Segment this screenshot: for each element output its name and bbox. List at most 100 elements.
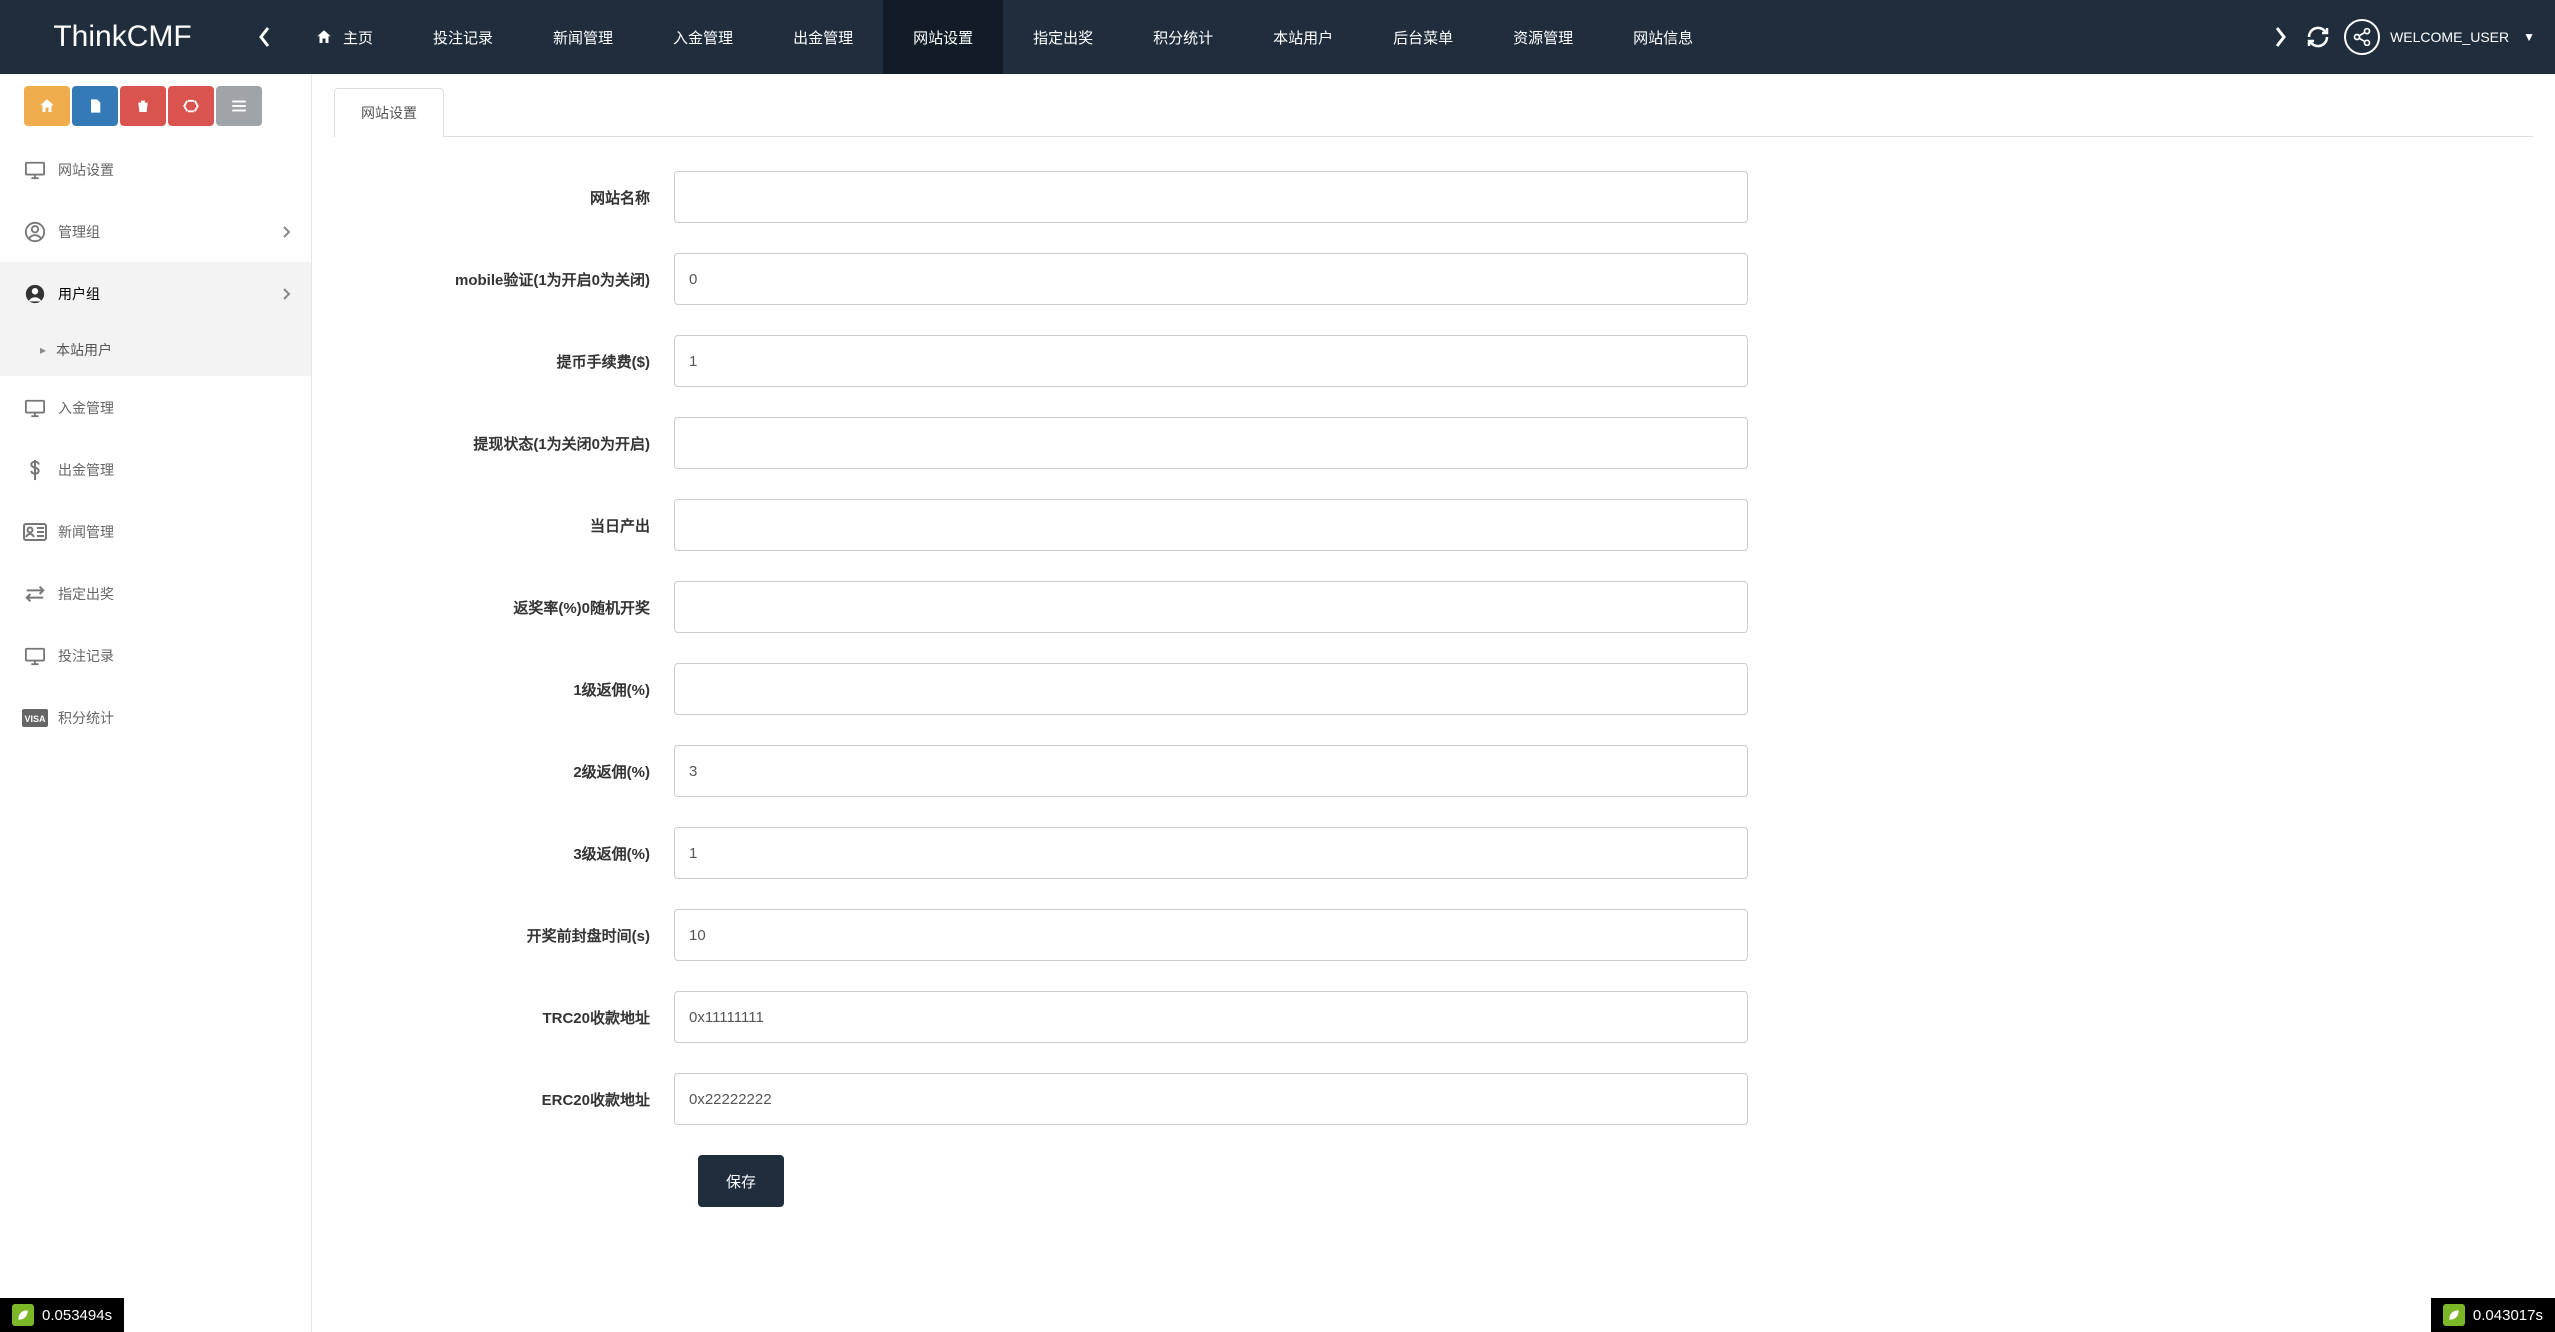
nav-item-withdraw[interactable]: 出金管理 xyxy=(763,0,883,74)
id-icon xyxy=(20,523,50,541)
nav-item-bet-log[interactable]: 投注记录 xyxy=(403,0,523,74)
sidebar-item-admin-group[interactable]: 管理组 xyxy=(0,200,311,262)
nav-item-points[interactable]: 积分统计 xyxy=(1123,0,1243,74)
chevron-right-icon xyxy=(281,225,291,239)
input-erc20[interactable] xyxy=(674,1073,1748,1125)
form-row-close-time: 开奖前封盘时间(s) xyxy=(334,909,1794,961)
input-commission-1[interactable] xyxy=(674,663,1748,715)
nav-item-site-settings[interactable]: 网站设置 xyxy=(883,0,1003,74)
form-label-return-rate: 返奖率(%)0随机开奖 xyxy=(334,597,674,618)
form-label-withdraw-fee: 提币手续费($) xyxy=(334,351,674,372)
nav-item-label: 本站用户 xyxy=(1273,27,1333,48)
debug-time-right: 0.043017s xyxy=(2473,1307,2543,1324)
refresh-icon[interactable] xyxy=(2306,25,2330,49)
sidebar-item-label: 新闻管理 xyxy=(58,522,291,542)
form-label-commission-1: 1级返佣(%) xyxy=(334,679,674,700)
sidebar-item-withdraw[interactable]: 出金管理 xyxy=(0,438,311,500)
input-trc20[interactable] xyxy=(674,991,1748,1043)
input-commission-2[interactable] xyxy=(674,745,1748,797)
form-row-day-output: 当日产出 xyxy=(334,499,1794,551)
visa-icon: VISA xyxy=(20,709,50,727)
tab-site-settings[interactable]: 网站设置 xyxy=(334,88,444,137)
sidebar-item-label: 用户组 xyxy=(58,284,281,304)
input-site-name[interactable] xyxy=(674,171,1748,223)
user-menu[interactable]: WELCOME_USER ▼ xyxy=(2344,19,2535,55)
sidebar-submenu: 本站用户 xyxy=(0,324,311,376)
leaf-icon xyxy=(12,1304,34,1326)
file-icon[interactable] xyxy=(72,86,118,126)
tab-bar: 网站设置 xyxy=(334,88,2533,137)
sidebar-item-points[interactable]: VISA 积分统计 xyxy=(0,686,311,748)
sidebar-item-label: 网站设置 xyxy=(58,160,291,180)
nav-item-news[interactable]: 新闻管理 xyxy=(523,0,643,74)
nav-item-label: 积分统计 xyxy=(1153,27,1213,48)
input-withdraw-status[interactable] xyxy=(674,417,1748,469)
nav-item-users[interactable]: 本站用户 xyxy=(1243,0,1363,74)
sidebar-item-label: 出金管理 xyxy=(58,460,291,480)
form-row-commission-3: 3级返佣(%) xyxy=(334,827,1794,879)
nav-item-home[interactable]: 主页 xyxy=(285,0,403,74)
sidebar-item-bet-log[interactable]: 投注记录 xyxy=(0,624,311,686)
debug-badge-right: 0.043017s xyxy=(2431,1298,2555,1332)
welcome-label: WELCOME_USER xyxy=(2390,29,2509,45)
nav-item-label: 指定出奖 xyxy=(1033,27,1093,48)
svg-text:VISA: VISA xyxy=(24,714,46,724)
nav-item-label: 后台菜单 xyxy=(1393,27,1453,48)
sidebar-subitem-site-users[interactable]: 本站用户 xyxy=(0,324,311,376)
main: 网站设置管理组用户组本站用户入金管理出金管理新闻管理指定出奖投注记录 VISA 积分… xyxy=(0,74,2555,1332)
nav-item-label: 新闻管理 xyxy=(553,27,613,48)
sidebar-menu: 网站设置管理组用户组本站用户入金管理出金管理新闻管理指定出奖投注记录 VISA 积分… xyxy=(0,138,311,748)
sidebar-item-site-settings[interactable]: 网站设置 xyxy=(0,138,311,200)
debug-time-left: 0.053494s xyxy=(42,1307,112,1324)
nav-item-prize[interactable]: 指定出奖 xyxy=(1003,0,1123,74)
nav-items: 主页 投注记录 新闻管理 入金管理出金管理 网站设置 指定出奖 积分统计 本站用户 后台菜单 资源… xyxy=(285,0,2260,74)
input-day-output[interactable] xyxy=(674,499,1748,551)
save-button[interactable]: 保存 xyxy=(698,1155,784,1207)
sidebar-item-user-group[interactable]: 用户组 xyxy=(0,262,311,324)
settings-form: 网站名称mobile验证(1为开启0为关闭)提币手续费($)提现状态(1为关闭0… xyxy=(334,137,1794,1241)
home-nav-icon xyxy=(315,28,333,46)
content: 网站设置 网站名称mobile验证(1为开启0为关闭)提币手续费($)提现状态(… xyxy=(312,74,2555,1332)
sidebar-item-label: 管理组 xyxy=(58,222,281,242)
nav-item-label: 资源管理 xyxy=(1513,27,1573,48)
user-circle-icon xyxy=(20,221,50,243)
nav-item-label: 网站信息 xyxy=(1633,27,1693,48)
trash-icon[interactable] xyxy=(120,86,166,126)
nav-item-label: 网站设置 xyxy=(913,27,973,48)
swap-icon xyxy=(20,585,50,603)
list-icon[interactable] xyxy=(216,86,262,126)
nav-item-resources[interactable]: 资源管理 xyxy=(1483,0,1603,74)
input-withdraw-fee[interactable] xyxy=(674,335,1748,387)
form-label-commission-3: 3级返佣(%) xyxy=(334,843,674,864)
input-return-rate[interactable] xyxy=(674,581,1748,633)
nav-next-icon[interactable] xyxy=(2260,0,2300,74)
nav-item-site-info[interactable]: 网站信息 xyxy=(1603,0,1723,74)
form-row-trc20: TRC20收款地址 xyxy=(334,991,1794,1043)
monitor-icon xyxy=(20,646,50,666)
sidebar: 网站设置管理组用户组本站用户入金管理出金管理新闻管理指定出奖投注记录 VISA 积分… xyxy=(0,74,312,1332)
recycle-icon[interactable] xyxy=(168,86,214,126)
input-mobile-verify[interactable] xyxy=(674,253,1748,305)
caret-down-icon: ▼ xyxy=(2523,30,2535,44)
brand[interactable]: ThinkCMF xyxy=(0,0,245,74)
share-icon xyxy=(2344,19,2380,55)
sidebar-item-label: 入金管理 xyxy=(58,398,291,418)
nav-item-admin-menu[interactable]: 后台菜单 xyxy=(1363,0,1483,74)
nav-item-label: 投注记录 xyxy=(433,27,493,48)
form-label-erc20: ERC20收款地址 xyxy=(334,1089,674,1110)
nav-item-label: 主页 xyxy=(343,27,373,48)
nav-prev-icon[interactable] xyxy=(245,0,285,74)
input-close-time[interactable] xyxy=(674,909,1748,961)
form-label-close-time: 开奖前封盘时间(s) xyxy=(334,925,674,946)
home-icon[interactable] xyxy=(24,86,70,126)
monitor-icon xyxy=(20,160,50,180)
sidebar-item-prize[interactable]: 指定出奖 xyxy=(0,562,311,624)
sidebar-item-deposit[interactable]: 入金管理 xyxy=(0,376,311,438)
nav-item-deposit[interactable]: 入金管理 xyxy=(643,0,763,74)
sidebar-item-news[interactable]: 新闻管理 xyxy=(0,500,311,562)
chevron-right-icon xyxy=(281,287,291,301)
sidebar-item-label: 积分统计 xyxy=(58,708,291,728)
form-label-withdraw-status: 提现状态(1为关闭0为开启) xyxy=(334,433,674,454)
input-commission-3[interactable] xyxy=(674,827,1748,879)
form-row-site-name: 网站名称 xyxy=(334,171,1794,223)
